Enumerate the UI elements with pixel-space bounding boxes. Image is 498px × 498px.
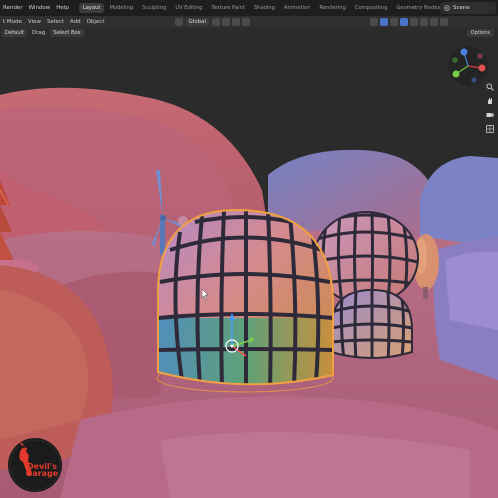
tab-texture-paint[interactable]: Texture Paint xyxy=(207,3,248,13)
xray-icon[interactable] xyxy=(400,18,409,26)
overlay-icon[interactable] xyxy=(390,18,399,26)
tab-compositing[interactable]: Compositing xyxy=(351,3,392,13)
tab-shading[interactable]: Shading xyxy=(250,3,279,13)
transform-pivot-icon[interactable] xyxy=(174,18,183,26)
menu-select[interactable]: Select xyxy=(44,19,67,25)
solid-shading-icon[interactable] xyxy=(420,18,429,26)
menu-window[interactable]: Window xyxy=(26,5,54,11)
menu-render[interactable]: Render xyxy=(0,5,26,11)
tab-sculpting[interactable]: Sculpting xyxy=(138,3,170,13)
tab-uv-editing[interactable]: UV Editing xyxy=(171,3,206,13)
orientation-default-dropdown[interactable]: Default xyxy=(2,29,27,37)
zoom-icon[interactable] xyxy=(485,82,495,92)
material-shading-icon[interactable] xyxy=(430,18,439,26)
wireframe-shading-icon[interactable] xyxy=(410,18,419,26)
pan-hand-icon[interactable] xyxy=(485,96,495,106)
viewport-header: t Mode View Select Add Object Global xyxy=(0,16,498,28)
menu-help[interactable]: Help xyxy=(53,5,72,11)
menu-add[interactable]: Add xyxy=(67,19,84,25)
falloff-icon[interactable] xyxy=(242,18,251,26)
proportional-edit-icon[interactable] xyxy=(232,18,241,26)
dome-large-selected[interactable] xyxy=(156,208,334,393)
snap-settings-icon[interactable] xyxy=(222,18,231,26)
snap-icon[interactable] xyxy=(212,18,221,26)
scene-label: Scene xyxy=(453,5,470,11)
tab-rendering[interactable]: Rendering xyxy=(315,3,350,13)
tab-layout[interactable]: Layout xyxy=(78,3,105,13)
orientation-dropdown[interactable]: Global xyxy=(185,18,210,26)
top-menu-bar: Render Window Help Layout Modeling Sculp… xyxy=(0,0,498,16)
scene-render xyxy=(0,38,498,498)
menu-object[interactable]: Object xyxy=(84,19,108,25)
tab-geometry-nodes[interactable]: Geometry Nodes xyxy=(392,3,444,13)
perspective-grid-icon[interactable] xyxy=(485,124,495,134)
logo-line-2: Garage xyxy=(25,469,59,478)
dome-small xyxy=(330,288,413,359)
tool-settings-bar: Default Drag Select Box xyxy=(0,28,498,38)
camera-view-icon[interactable] xyxy=(485,110,495,120)
logo-text: Devil's Garage xyxy=(25,463,59,478)
drag-label: Drag xyxy=(31,30,46,36)
visibility-icon[interactable] xyxy=(370,18,379,26)
3d-viewport[interactable] xyxy=(0,38,498,498)
options-button[interactable]: Options xyxy=(466,29,494,37)
select-box-dropdown[interactable]: Select Box xyxy=(50,29,84,37)
tab-animation[interactable]: Animation xyxy=(280,3,314,13)
rendered-shading-icon[interactable] xyxy=(440,18,449,26)
navigation-gizmo[interactable] xyxy=(446,44,490,88)
menu-view[interactable]: View xyxy=(25,19,44,25)
gizmo-toggle-icon[interactable] xyxy=(380,18,389,26)
mode-selector[interactable]: t Mode xyxy=(0,19,25,25)
tab-modeling[interactable]: Modeling xyxy=(105,3,137,13)
scene-icon xyxy=(444,5,450,11)
scene-selector[interactable]: Scene xyxy=(440,2,496,14)
